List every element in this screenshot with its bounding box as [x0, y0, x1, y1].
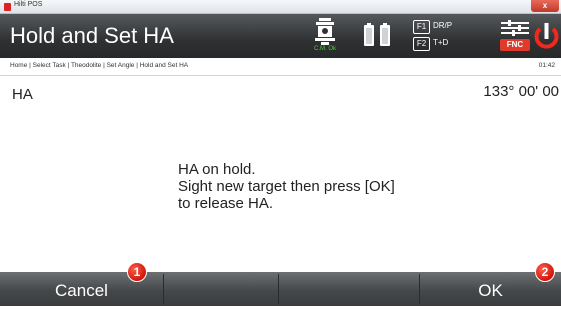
fnc-button[interactable]: FNC	[500, 20, 534, 54]
instrument-status[interactable]: C.M. Ok	[312, 17, 338, 53]
fkey-f1-key: F1	[413, 20, 430, 34]
message-line: HA on hold.	[178, 161, 256, 178]
ha-label: HA	[12, 86, 33, 103]
fkey-f2-label: T+D	[433, 38, 449, 47]
instrument-status-text: C.M. Ok	[314, 46, 336, 52]
breadcrumb[interactable]: Home | Select Task | Theodolite | Set An…	[10, 62, 188, 69]
app-icon	[4, 3, 11, 11]
softkey-bar: Cancel OK	[0, 272, 561, 306]
hold-message: HA on hold. Sight new target then press …	[178, 161, 395, 212]
page-title: Hold and Set HA	[10, 23, 174, 48]
clock: 01:42	[538, 62, 555, 69]
breadcrumb-bar: Home | Select Task | Theodolite | Set An…	[0, 58, 561, 76]
window-title: Hilti POS	[14, 1, 43, 8]
callout-marker-1: 1	[127, 262, 147, 282]
app-header: Hold and Set HA C.M. Ok F1 DR/P F2 T+D F…	[0, 14, 561, 58]
window-close-button[interactable]: x	[531, 0, 559, 12]
window-titlebar: Hilti POS x	[0, 0, 561, 14]
power-icon	[534, 23, 559, 49]
fkey-f1-label: DR/P	[433, 21, 453, 30]
message-line: to release HA.	[178, 195, 274, 212]
fnc-menu-icon	[501, 20, 529, 36]
fnc-label: FNC	[500, 39, 530, 51]
callout-marker-2: 2	[535, 262, 555, 282]
fkey-f2-key: F2	[413, 37, 430, 51]
function-keys: F1 DR/P F2 T+D	[413, 20, 483, 54]
battery-icon	[362, 22, 392, 48]
power-button[interactable]	[532, 19, 561, 53]
message-line: Sight new target then press [OK]	[178, 178, 395, 195]
ha-value: 133° 00' 00	[483, 83, 559, 100]
fkey-f2[interactable]: F2 T+D	[413, 37, 483, 51]
softkey-slot-2[interactable]	[164, 272, 278, 306]
instrument-icon	[315, 18, 335, 45]
fkey-f1[interactable]: F1 DR/P	[413, 20, 483, 34]
main-content: HA 133° 00' 00 HA on hold. Sight new tar…	[0, 76, 561, 272]
softkey-slot-3[interactable]	[279, 272, 419, 306]
